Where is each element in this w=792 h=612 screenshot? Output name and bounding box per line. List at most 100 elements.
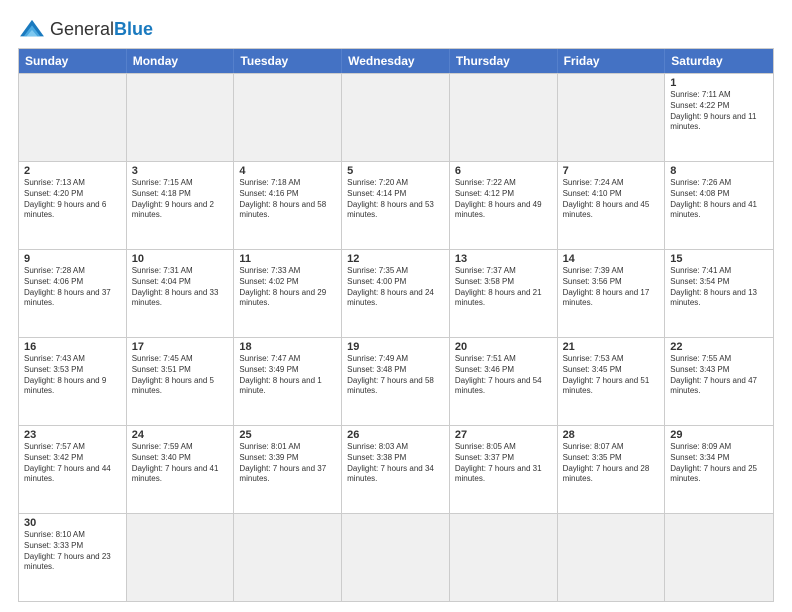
cell-date: 14 xyxy=(563,253,660,265)
cell-date: 21 xyxy=(563,341,660,353)
calendar-cell: 18Sunrise: 7:47 AM Sunset: 3:49 PM Dayli… xyxy=(234,338,342,425)
calendar-cell xyxy=(665,514,773,601)
cell-info: Sunrise: 7:57 AM Sunset: 3:42 PM Dayligh… xyxy=(24,442,121,485)
day-header-friday: Friday xyxy=(558,49,666,73)
cell-info: Sunrise: 8:10 AM Sunset: 3:33 PM Dayligh… xyxy=(24,530,121,573)
cell-info: Sunrise: 7:47 AM Sunset: 3:49 PM Dayligh… xyxy=(239,354,336,397)
cell-info: Sunrise: 7:39 AM Sunset: 3:56 PM Dayligh… xyxy=(563,266,660,309)
calendar-cell: 26Sunrise: 8:03 AM Sunset: 3:38 PM Dayli… xyxy=(342,426,450,513)
calendar-cell xyxy=(342,74,450,161)
calendar-cell: 29Sunrise: 8:09 AM Sunset: 3:34 PM Dayli… xyxy=(665,426,773,513)
cell-info: Sunrise: 7:43 AM Sunset: 3:53 PM Dayligh… xyxy=(24,354,121,397)
logo-icon xyxy=(18,18,46,40)
cell-date: 5 xyxy=(347,165,444,177)
cell-date: 3 xyxy=(132,165,229,177)
calendar-row-3: 16Sunrise: 7:43 AM Sunset: 3:53 PM Dayli… xyxy=(19,337,773,425)
day-headers: SundayMondayTuesdayWednesdayThursdayFrid… xyxy=(19,49,773,73)
calendar-cell: 13Sunrise: 7:37 AM Sunset: 3:58 PM Dayli… xyxy=(450,250,558,337)
cell-info: Sunrise: 7:49 AM Sunset: 3:48 PM Dayligh… xyxy=(347,354,444,397)
cell-info: Sunrise: 7:28 AM Sunset: 4:06 PM Dayligh… xyxy=(24,266,121,309)
logo-text: GeneralBlue xyxy=(50,19,153,40)
cell-info: Sunrise: 7:31 AM Sunset: 4:04 PM Dayligh… xyxy=(132,266,229,309)
calendar-cell xyxy=(127,74,235,161)
cell-date: 25 xyxy=(239,429,336,441)
calendar-cell: 15Sunrise: 7:41 AM Sunset: 3:54 PM Dayli… xyxy=(665,250,773,337)
cell-date: 28 xyxy=(563,429,660,441)
page-header: GeneralBlue xyxy=(18,18,774,40)
calendar-cell: 30Sunrise: 8:10 AM Sunset: 3:33 PM Dayli… xyxy=(19,514,127,601)
cell-info: Sunrise: 7:35 AM Sunset: 4:00 PM Dayligh… xyxy=(347,266,444,309)
calendar-grid: 1Sunrise: 7:11 AM Sunset: 4:22 PM Daylig… xyxy=(19,73,773,601)
calendar-cell: 19Sunrise: 7:49 AM Sunset: 3:48 PM Dayli… xyxy=(342,338,450,425)
calendar-cell: 23Sunrise: 7:57 AM Sunset: 3:42 PM Dayli… xyxy=(19,426,127,513)
cell-date: 2 xyxy=(24,165,121,177)
calendar-cell: 7Sunrise: 7:24 AM Sunset: 4:10 PM Daylig… xyxy=(558,162,666,249)
day-header-tuesday: Tuesday xyxy=(234,49,342,73)
calendar-cell xyxy=(558,514,666,601)
calendar-cell: 4Sunrise: 7:18 AM Sunset: 4:16 PM Daylig… xyxy=(234,162,342,249)
cell-date: 17 xyxy=(132,341,229,353)
calendar-cell xyxy=(558,74,666,161)
cell-info: Sunrise: 7:45 AM Sunset: 3:51 PM Dayligh… xyxy=(132,354,229,397)
cell-date: 7 xyxy=(563,165,660,177)
cell-date: 8 xyxy=(670,165,768,177)
calendar-cell: 16Sunrise: 7:43 AM Sunset: 3:53 PM Dayli… xyxy=(19,338,127,425)
cell-date: 4 xyxy=(239,165,336,177)
calendar-cell: 14Sunrise: 7:39 AM Sunset: 3:56 PM Dayli… xyxy=(558,250,666,337)
calendar-cell: 21Sunrise: 7:53 AM Sunset: 3:45 PM Dayli… xyxy=(558,338,666,425)
calendar-row-1: 2Sunrise: 7:13 AM Sunset: 4:20 PM Daylig… xyxy=(19,161,773,249)
calendar-row-0: 1Sunrise: 7:11 AM Sunset: 4:22 PM Daylig… xyxy=(19,73,773,161)
calendar-cell xyxy=(342,514,450,601)
calendar-cell: 6Sunrise: 7:22 AM Sunset: 4:12 PM Daylig… xyxy=(450,162,558,249)
cell-info: Sunrise: 7:59 AM Sunset: 3:40 PM Dayligh… xyxy=(132,442,229,485)
cell-date: 18 xyxy=(239,341,336,353)
cell-info: Sunrise: 7:24 AM Sunset: 4:10 PM Dayligh… xyxy=(563,178,660,221)
cell-info: Sunrise: 8:03 AM Sunset: 3:38 PM Dayligh… xyxy=(347,442,444,485)
cell-date: 1 xyxy=(670,77,768,89)
cell-date: 10 xyxy=(132,253,229,265)
calendar-cell xyxy=(450,514,558,601)
cell-info: Sunrise: 7:20 AM Sunset: 4:14 PM Dayligh… xyxy=(347,178,444,221)
cell-info: Sunrise: 7:15 AM Sunset: 4:18 PM Dayligh… xyxy=(132,178,229,221)
cell-date: 26 xyxy=(347,429,444,441)
calendar-cell: 22Sunrise: 7:55 AM Sunset: 3:43 PM Dayli… xyxy=(665,338,773,425)
cell-date: 24 xyxy=(132,429,229,441)
cell-date: 15 xyxy=(670,253,768,265)
calendar-cell: 8Sunrise: 7:26 AM Sunset: 4:08 PM Daylig… xyxy=(665,162,773,249)
cell-info: Sunrise: 7:41 AM Sunset: 3:54 PM Dayligh… xyxy=(670,266,768,309)
calendar-cell: 24Sunrise: 7:59 AM Sunset: 3:40 PM Dayli… xyxy=(127,426,235,513)
calendar-cell: 2Sunrise: 7:13 AM Sunset: 4:20 PM Daylig… xyxy=(19,162,127,249)
calendar-cell: 12Sunrise: 7:35 AM Sunset: 4:00 PM Dayli… xyxy=(342,250,450,337)
logo: GeneralBlue xyxy=(18,18,153,40)
calendar-row-2: 9Sunrise: 7:28 AM Sunset: 4:06 PM Daylig… xyxy=(19,249,773,337)
calendar-cell xyxy=(19,74,127,161)
cell-date: 30 xyxy=(24,517,121,529)
cell-date: 9 xyxy=(24,253,121,265)
day-header-thursday: Thursday xyxy=(450,49,558,73)
cell-info: Sunrise: 7:18 AM Sunset: 4:16 PM Dayligh… xyxy=(239,178,336,221)
calendar-cell: 10Sunrise: 7:31 AM Sunset: 4:04 PM Dayli… xyxy=(127,250,235,337)
calendar-cell: 5Sunrise: 7:20 AM Sunset: 4:14 PM Daylig… xyxy=(342,162,450,249)
cell-info: Sunrise: 7:11 AM Sunset: 4:22 PM Dayligh… xyxy=(670,90,768,133)
cell-info: Sunrise: 8:09 AM Sunset: 3:34 PM Dayligh… xyxy=(670,442,768,485)
calendar: SundayMondayTuesdayWednesdayThursdayFrid… xyxy=(18,48,774,602)
cell-date: 13 xyxy=(455,253,552,265)
day-header-saturday: Saturday xyxy=(665,49,773,73)
calendar-cell: 11Sunrise: 7:33 AM Sunset: 4:02 PM Dayli… xyxy=(234,250,342,337)
calendar-cell xyxy=(234,74,342,161)
calendar-cell: 28Sunrise: 8:07 AM Sunset: 3:35 PM Dayli… xyxy=(558,426,666,513)
calendar-cell xyxy=(450,74,558,161)
day-header-sunday: Sunday xyxy=(19,49,127,73)
calendar-cell xyxy=(127,514,235,601)
cell-info: Sunrise: 7:53 AM Sunset: 3:45 PM Dayligh… xyxy=(563,354,660,397)
cell-date: 27 xyxy=(455,429,552,441)
cell-date: 29 xyxy=(670,429,768,441)
day-header-monday: Monday xyxy=(127,49,235,73)
day-header-wednesday: Wednesday xyxy=(342,49,450,73)
calendar-cell: 25Sunrise: 8:01 AM Sunset: 3:39 PM Dayli… xyxy=(234,426,342,513)
cell-date: 20 xyxy=(455,341,552,353)
cell-date: 22 xyxy=(670,341,768,353)
cell-info: Sunrise: 7:26 AM Sunset: 4:08 PM Dayligh… xyxy=(670,178,768,221)
calendar-cell: 9Sunrise: 7:28 AM Sunset: 4:06 PM Daylig… xyxy=(19,250,127,337)
cell-info: Sunrise: 7:33 AM Sunset: 4:02 PM Dayligh… xyxy=(239,266,336,309)
